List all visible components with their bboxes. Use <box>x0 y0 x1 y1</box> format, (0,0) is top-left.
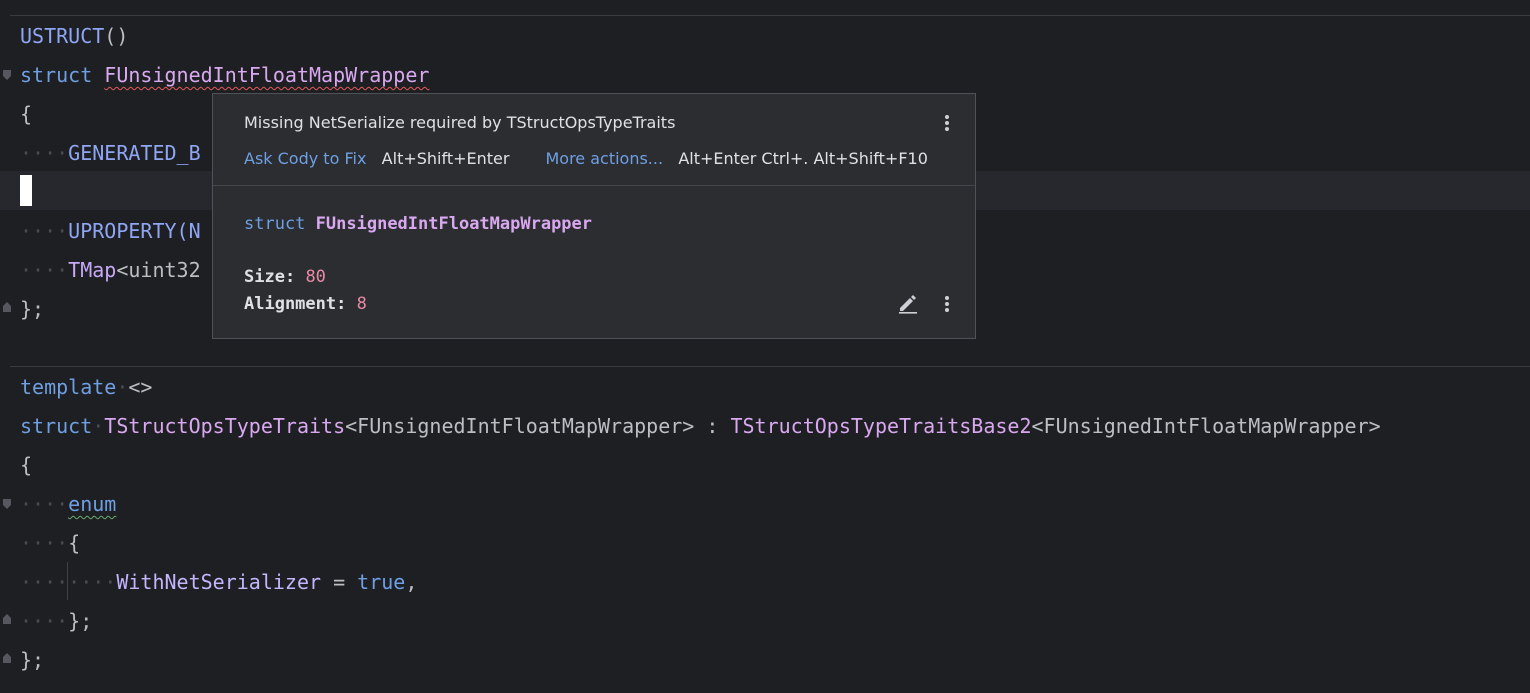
brace: }; <box>68 609 93 633</box>
whitespace-dots: ···· <box>20 258 69 282</box>
ask-cody-shortcut: Alt+Shift+Enter <box>381 149 510 168</box>
template-args: <FUnsignedIntFloatMapWrapper> <box>1031 414 1381 438</box>
code-line-enum-close[interactable]: ····}; <box>20 602 92 641</box>
keyword-template: template <box>20 375 117 399</box>
keyword-struct: struct <box>244 214 306 234</box>
whitespace-dots: · <box>116 375 129 399</box>
whitespace-dots: ···· <box>20 609 69 633</box>
type-token: TStructOpsTypeTraits <box>104 414 346 438</box>
brace: { <box>20 453 33 477</box>
keyword-struct: struct <box>20 414 93 438</box>
code-line-ustruct[interactable]: USTRUCT() <box>20 17 128 56</box>
template-args: <uint32 <box>116 258 201 282</box>
separator-line <box>10 366 1530 367</box>
more-actions-shortcut: Alt+Enter Ctrl+. Alt+Shift+F10 <box>678 149 928 168</box>
text-caret <box>20 175 32 206</box>
punctuation: : <box>694 414 731 438</box>
punctuation: , <box>405 570 418 594</box>
size-value: 80 <box>305 267 326 287</box>
type-token: TStructOpsTypeTraitsBase2 <box>730 414 1032 438</box>
code-line-open-brace[interactable]: { <box>20 95 32 134</box>
inspection-popup: Missing NetSerialize required by TStruct… <box>212 93 976 339</box>
code-line-generated-body[interactable]: ····GENERATED_B <box>20 134 201 173</box>
gutter <box>0 0 10 693</box>
code-line-close-brace[interactable]: }; <box>20 290 44 329</box>
code-line-with-net-serializer[interactable]: ········WithNetSerializer = true, <box>20 563 417 602</box>
more-actions-link[interactable]: More actions... <box>545 149 663 168</box>
alignment-info: Alignment: 8 <box>244 294 367 314</box>
code-line-enum[interactable]: ····enum <box>20 485 116 524</box>
separator-line <box>10 15 1530 16</box>
more-vertical-icon[interactable] <box>939 293 955 315</box>
whitespace-dots: ···· <box>20 219 69 243</box>
alignment-label: Alignment: <box>244 294 347 314</box>
more-vertical-icon[interactable] <box>939 112 955 134</box>
code-line-struct-decl[interactable]: struct FUnsignedIntFloatMapWrapper <box>20 56 429 95</box>
code-line-traits-struct[interactable]: struct·TStructOpsTypeTraits<FUnsignedInt… <box>20 407 1381 446</box>
keyword-enum[interactable]: enum <box>68 492 116 516</box>
struct-name-error[interactable]: FUnsignedIntFloatMapWrapper <box>104 63 429 87</box>
code-line-close-brace[interactable]: }; <box>20 641 44 680</box>
size-label: Size: <box>244 267 296 287</box>
ask-cody-link[interactable]: Ask Cody to Fix <box>244 149 366 168</box>
brace: }; <box>20 297 45 321</box>
keyword-struct: struct <box>20 63 93 87</box>
code-line-open-brace[interactable]: { <box>20 446 32 485</box>
whitespace-dots: ···· <box>20 492 69 516</box>
type-token: TMap <box>68 258 117 282</box>
brace: }; <box>20 648 45 672</box>
quick-actions: Ask Cody to Fix Alt+Shift+Enter More acti… <box>244 149 928 168</box>
code-line-enum-open[interactable]: ····{ <box>20 524 80 563</box>
macro-token: GENERATED_B <box>68 141 201 165</box>
code-line-template[interactable]: template·<> <box>20 368 152 407</box>
template-args: <FUnsignedIntFloatMapWrapper> <box>345 414 695 438</box>
whitespace-dots: ········ <box>20 570 117 594</box>
code-line-uproperty[interactable]: ····UPROPERTY(N <box>20 212 201 251</box>
size-info: Size: 80 <box>244 267 326 287</box>
popup-documentation: struct FUnsignedIntFloatMapWrapper Size:… <box>213 186 975 338</box>
macro-token: USTRUCT <box>20 24 105 48</box>
macro-token: UPROPERTY(N <box>68 219 201 243</box>
popup-header: Missing NetSerialize required by TStruct… <box>213 94 975 185</box>
edit-pencil-icon[interactable] <box>897 292 919 314</box>
brace: { <box>68 531 81 555</box>
whitespace-dots: ···· <box>20 531 69 555</box>
keyword-true: true <box>357 570 406 594</box>
error-message: Missing NetSerialize required by TStruct… <box>244 113 676 132</box>
alignment-value: 8 <box>356 294 367 314</box>
brace: { <box>20 102 33 126</box>
template-brackets: <> <box>128 375 153 399</box>
code-line-tmap[interactable]: ····TMap<uint32 <box>20 251 201 290</box>
struct-signature: struct FUnsignedIntFloatMapWrapper <box>244 214 592 234</box>
enum-member: WithNetSerializer <box>116 570 322 594</box>
struct-name: FUnsignedIntFloatMapWrapper <box>315 214 593 234</box>
punctuation: () <box>104 24 129 48</box>
whitespace-dots: · <box>92 414 105 438</box>
punctuation: = <box>321 570 358 594</box>
whitespace-dots: ···· <box>20 141 69 165</box>
